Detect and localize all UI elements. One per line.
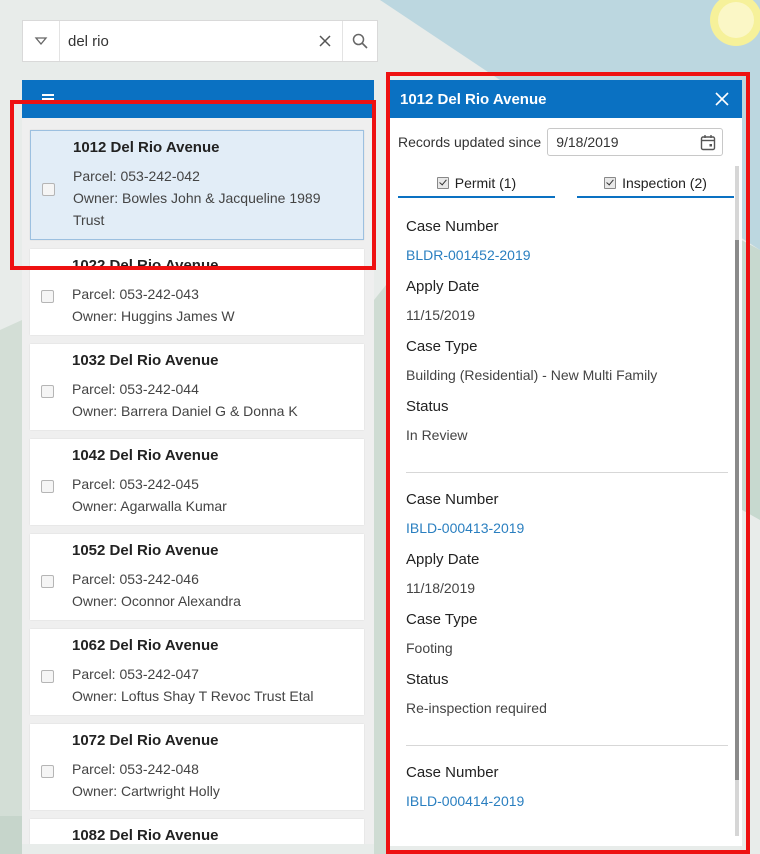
result-item-1032[interactable]: 1032 Del Rio Avenue Parcel: 053-242-044 …: [30, 344, 364, 430]
apply-date-value: 11/18/2019: [406, 580, 476, 596]
result-checkbox[interactable]: [41, 480, 54, 494]
result-owner: Owner: Cartwright Holly: [72, 783, 220, 799]
search-icon: [352, 33, 368, 49]
apply-date-value: 11/15/2019: [406, 307, 476, 323]
case-number-link[interactable]: IBLD-000413-2019: [406, 519, 728, 537]
result-address: 1022 Del Rio Avenue: [72, 257, 219, 274]
tab-inspection-label: Inspection (2): [622, 175, 707, 191]
result-parcel: Parcel: 053-242-045: [72, 476, 199, 492]
apply-date-label: Apply Date: [406, 551, 480, 568]
result-item-1042[interactable]: 1042 Del Rio Avenue Parcel: 053-242-045 …: [30, 439, 364, 525]
scrollbar-thumb[interactable]: [735, 240, 739, 780]
clear-search-button[interactable]: [308, 21, 342, 61]
result-parcel: Parcel: 053-242-043: [72, 286, 199, 302]
result-owner: Owner: Oconnor Alexandra: [72, 593, 241, 609]
close-icon: [715, 92, 729, 106]
result-checkbox[interactable]: [41, 670, 54, 684]
status-label: Status: [406, 398, 449, 415]
inspection-checkbox[interactable]: [604, 177, 617, 189]
records-since-label: Records updated since: [398, 134, 542, 150]
result-owner: Owner: Loftus Shay T Revoc Trust Etal: [72, 688, 314, 704]
apply-date-label: Apply Date: [406, 278, 480, 295]
result-checkbox[interactable]: [41, 385, 54, 399]
search-bar: [22, 20, 378, 62]
close-detail-button[interactable]: [712, 89, 732, 109]
result-item-1012[interactable]: 1012 Del Rio Avenue Parcel: 053-242-042 …: [30, 130, 364, 240]
tab-permit-label: Permit (1): [454, 175, 517, 191]
result-address: 1042 Del Rio Avenue: [72, 447, 219, 464]
result-item-1022[interactable]: 1022 Del Rio Avenue Parcel: 053-242-043 …: [30, 249, 364, 335]
result-parcel: Parcel: 053-242-044: [72, 381, 199, 397]
search-results-panel: 1012 Del Rio Avenue Parcel: 053-242-042 …: [22, 80, 374, 844]
result-item-1072[interactable]: 1072 Del Rio Avenue Parcel: 053-242-048 …: [30, 724, 364, 810]
status-value: In Review: [406, 427, 468, 443]
status-value: Re-inspection required: [406, 700, 547, 716]
case-number-link[interactable]: IBLD-000414-2019: [406, 792, 728, 810]
result-parcel: Parcel: 053-242-046: [72, 571, 199, 587]
result-checkbox[interactable]: [41, 575, 54, 589]
close-icon: [319, 35, 331, 47]
case-type-value: Footing: [406, 640, 453, 656]
record-item: Case Number IBLD-000413-2019 Apply Date …: [406, 491, 728, 746]
result-owner-continued: Trust: [73, 212, 105, 228]
result-item-1052[interactable]: 1052 Del Rio Avenue Parcel: 053-242-046 …: [30, 534, 364, 620]
result-address: 1012 Del Rio Avenue: [73, 139, 220, 156]
date-picker[interactable]: 9/18/2019: [547, 128, 724, 156]
result-address: 1032 Del Rio Avenue: [72, 352, 219, 369]
result-address: 1082 Del Rio Avenue: [72, 827, 219, 844]
result-parcel: Parcel: 053-242-042: [73, 168, 200, 184]
permit-checkbox[interactable]: [436, 177, 449, 189]
case-type-value: Building (Residential) - New Multi Famil…: [406, 367, 658, 383]
results-list: 1012 Del Rio Avenue Parcel: 053-242-042 …: [22, 118, 374, 844]
tab-permit[interactable]: Permit (1): [398, 170, 555, 198]
detail-header: 1012 Del Rio Avenue: [390, 80, 742, 118]
result-checkbox[interactable]: [41, 290, 54, 304]
menu-icon[interactable]: [42, 92, 54, 106]
result-parcel: Parcel: 053-242-047: [72, 666, 199, 682]
case-type-label: Case Type: [406, 611, 478, 628]
calendar-icon[interactable]: [700, 134, 716, 151]
record-item: Case Number BLDR-001452-2019 Apply Date …: [406, 218, 728, 473]
search-options-toggle[interactable]: [23, 21, 60, 61]
records-list: Case Number BLDR-001452-2019 Apply Date …: [390, 198, 742, 818]
result-checkbox[interactable]: [42, 182, 55, 196]
search-button[interactable]: [342, 21, 377, 61]
case-number-label: Case Number: [406, 491, 499, 508]
tab-inspection[interactable]: Inspection (2): [577, 170, 734, 198]
result-address: 1072 Del Rio Avenue: [72, 732, 219, 749]
triangle-down-icon: [34, 37, 48, 46]
result-address: 1052 Del Rio Avenue: [72, 542, 219, 559]
search-input[interactable]: [60, 22, 308, 60]
case-number-label: Case Number: [406, 218, 499, 235]
case-number-link[interactable]: BLDR-001452-2019: [406, 246, 728, 264]
case-type-label: Case Type: [406, 338, 478, 355]
result-item-1082[interactable]: 1082 Del Rio Avenue: [30, 819, 364, 844]
record-type-tabs: Permit (1) Inspection (2): [390, 156, 742, 198]
parcel-detail-panel: 1012 Del Rio Avenue Records updated sinc…: [390, 80, 742, 846]
result-owner: Owner: Barrera Daniel G & Donna K: [72, 403, 298, 419]
result-address: 1062 Del Rio Avenue: [72, 637, 219, 654]
records-since-row: Records updated since 9/18/2019: [390, 118, 742, 156]
result-item-1062[interactable]: 1062 Del Rio Avenue Parcel: 053-242-047 …: [30, 629, 364, 715]
result-checkbox[interactable]: [41, 765, 54, 779]
detail-title: 1012 Del Rio Avenue: [400, 90, 547, 108]
results-header: [22, 80, 374, 118]
result-parcel: Parcel: 053-242-048: [72, 761, 199, 777]
record-item: Case Number IBLD-000414-2019: [406, 764, 728, 818]
status-label: Status: [406, 671, 449, 688]
date-value: 9/18/2019: [556, 134, 619, 150]
result-owner: Owner: Agarwalla Kumar: [72, 498, 227, 514]
result-owner: Owner: Huggins James W: [72, 308, 235, 324]
result-owner: Owner: Bowles John & Jacqueline 1989: [73, 190, 321, 206]
case-number-label: Case Number: [406, 764, 499, 781]
